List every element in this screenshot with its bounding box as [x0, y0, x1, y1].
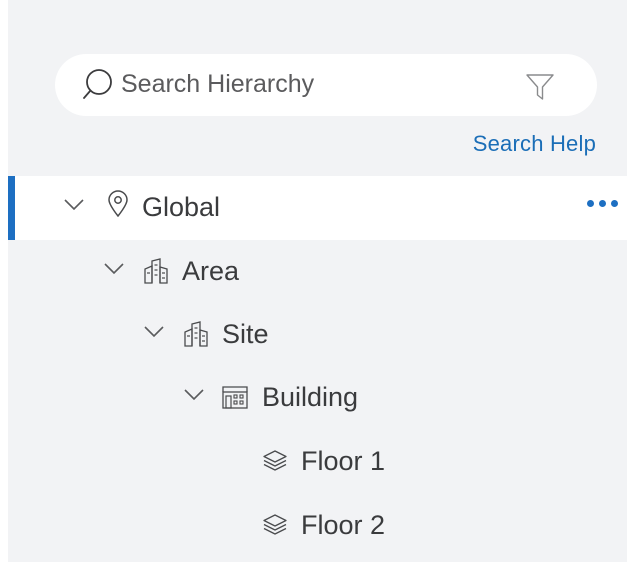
area-buildings-icon: [144, 258, 168, 284]
more-options-icon[interactable]: [587, 200, 627, 214]
tree-node-label: Global: [142, 192, 221, 222]
tree-node-floor-1[interactable]: Floor 1: [8, 430, 627, 494]
chevron-down-icon[interactable]: [143, 325, 165, 339]
floor-layers-icon: [263, 514, 287, 535]
tree-node-area[interactable]: Area: [8, 240, 627, 304]
search-icon: [83, 69, 112, 99]
location-pin-icon: [108, 190, 128, 218]
search-bar[interactable]: [55, 54, 597, 116]
tree-node-site[interactable]: Site: [8, 303, 627, 367]
site-buildings-icon: [184, 321, 208, 347]
tree-node-global[interactable]: Global: [8, 176, 627, 240]
hierarchy-panel: Search Help Global Area: [8, 0, 627, 562]
tree-node-label: Site: [222, 319, 269, 349]
floor-layers-icon: [263, 450, 287, 471]
filter-icon[interactable]: [525, 72, 555, 102]
selection-indicator: [8, 176, 15, 240]
tree-node-label: Floor 2: [301, 510, 386, 540]
tree-node-building[interactable]: Building: [8, 366, 627, 430]
tree-node-label: Floor 1: [301, 446, 386, 476]
search-input[interactable]: [121, 64, 501, 104]
chevron-down-icon[interactable]: [183, 388, 205, 402]
tree-node-label: Building: [262, 382, 359, 412]
tree-node-label: Area: [182, 256, 240, 286]
tree-node-floor-2[interactable]: Floor 2: [8, 494, 627, 558]
chevron-down-icon[interactable]: [103, 262, 125, 276]
building-icon: [222, 386, 248, 409]
search-help-link[interactable]: Search Help: [473, 131, 596, 157]
chevron-down-icon[interactable]: [63, 198, 85, 212]
